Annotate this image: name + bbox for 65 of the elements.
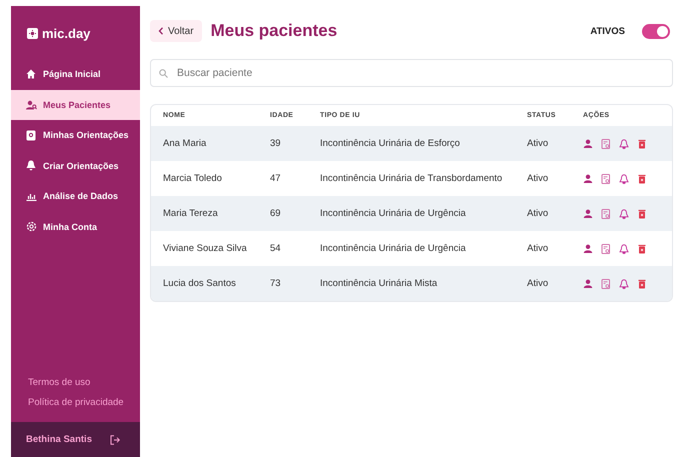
nav-item[interactable]: Meus Pacientes xyxy=(11,90,140,120)
nav-item[interactable]: Minha Conta xyxy=(11,212,140,242)
nav-item[interactable]: Página Inicial xyxy=(11,59,140,90)
report-icon[interactable] xyxy=(601,278,611,288)
back-button[interactable]: Voltar xyxy=(150,20,202,42)
report-icon[interactable] xyxy=(601,174,611,184)
toggle-label: ATIVOS xyxy=(590,26,625,36)
report-icon[interactable] xyxy=(601,244,611,254)
report-icon[interactable] xyxy=(601,138,611,148)
table-cell-text: Viviane Souza Silva xyxy=(163,243,248,254)
active-toggle[interactable] xyxy=(642,24,670,38)
table-cell-text: Ativo xyxy=(527,138,550,149)
bell-icon xyxy=(26,160,36,172)
bell-icon[interactable] xyxy=(619,174,629,184)
table-cell-text: Lucia dos Santos xyxy=(163,278,237,289)
table-cell-text: Ativo xyxy=(527,208,550,219)
table-cell-text: Incontinência Urinária de Esforço xyxy=(320,138,461,149)
table-cell-text: Ativo xyxy=(527,278,550,289)
person-icon[interactable] xyxy=(583,138,593,148)
app-logo: mic.day xyxy=(42,26,90,40)
trash-icon[interactable] xyxy=(637,138,647,148)
footer-link[interactable]: Termos de uso xyxy=(28,377,140,388)
bell-icon[interactable] xyxy=(619,208,629,218)
home-icon xyxy=(26,69,36,80)
nav-item[interactable]: Criar Orientações xyxy=(11,150,140,181)
logout-icon[interactable] xyxy=(110,434,120,444)
page-title: Meus pacientes xyxy=(210,21,338,41)
bell-icon[interactable] xyxy=(619,244,629,254)
nav-item[interactable]: Minhas Orientações xyxy=(11,120,140,150)
document-icon xyxy=(26,130,36,141)
bell-icon[interactable] xyxy=(619,138,629,148)
table-cell-text: 39 xyxy=(270,138,282,149)
trash-icon[interactable] xyxy=(637,244,647,254)
table-cell-text: 73 xyxy=(270,278,282,289)
person-icon[interactable] xyxy=(583,174,593,184)
search-field[interactable]: Buscar paciente xyxy=(150,59,673,87)
settings-icon xyxy=(26,221,36,232)
report-icon[interactable] xyxy=(601,208,611,218)
table-cell-text: Incontinência Urinária de Urgência xyxy=(320,208,467,219)
table-cell-text: Ativo xyxy=(527,173,550,184)
bell-icon[interactable] xyxy=(619,278,629,288)
search-icon xyxy=(159,68,168,78)
table-cell-text: Marcia Toledo xyxy=(163,173,223,184)
table-cell-text: 47 xyxy=(270,173,282,184)
table-cell-text: Ana Maria xyxy=(163,138,208,149)
table-cell-text: Incontinência Urinária de Transbordamento xyxy=(320,173,504,184)
chevron-left-icon xyxy=(158,27,164,35)
table-cell-text: Incontinência Urinária de Urgência xyxy=(320,243,467,254)
table-cell-text: Ativo xyxy=(527,243,550,254)
person-icon[interactable] xyxy=(583,208,593,218)
chart-icon xyxy=(26,191,36,202)
nav-item[interactable]: Análise de Dados xyxy=(11,181,140,212)
users-icon xyxy=(26,100,36,110)
person-icon[interactable] xyxy=(583,278,593,288)
user-name: Bethina Santis xyxy=(26,434,92,445)
person-icon[interactable] xyxy=(583,244,593,254)
table-cell-text: Maria Tereza xyxy=(163,208,219,219)
table-cell-text: Incontinência Urinária Mista xyxy=(320,278,438,289)
table-cell-text: 69 xyxy=(270,208,282,219)
table-cell-text: 54 xyxy=(270,243,282,254)
trash-icon[interactable] xyxy=(637,174,647,184)
trash-icon[interactable] xyxy=(637,278,647,288)
trash-icon[interactable] xyxy=(637,208,647,218)
footer-link[interactable]: Política de privacidade xyxy=(28,397,140,408)
logo-icon xyxy=(27,28,38,38)
